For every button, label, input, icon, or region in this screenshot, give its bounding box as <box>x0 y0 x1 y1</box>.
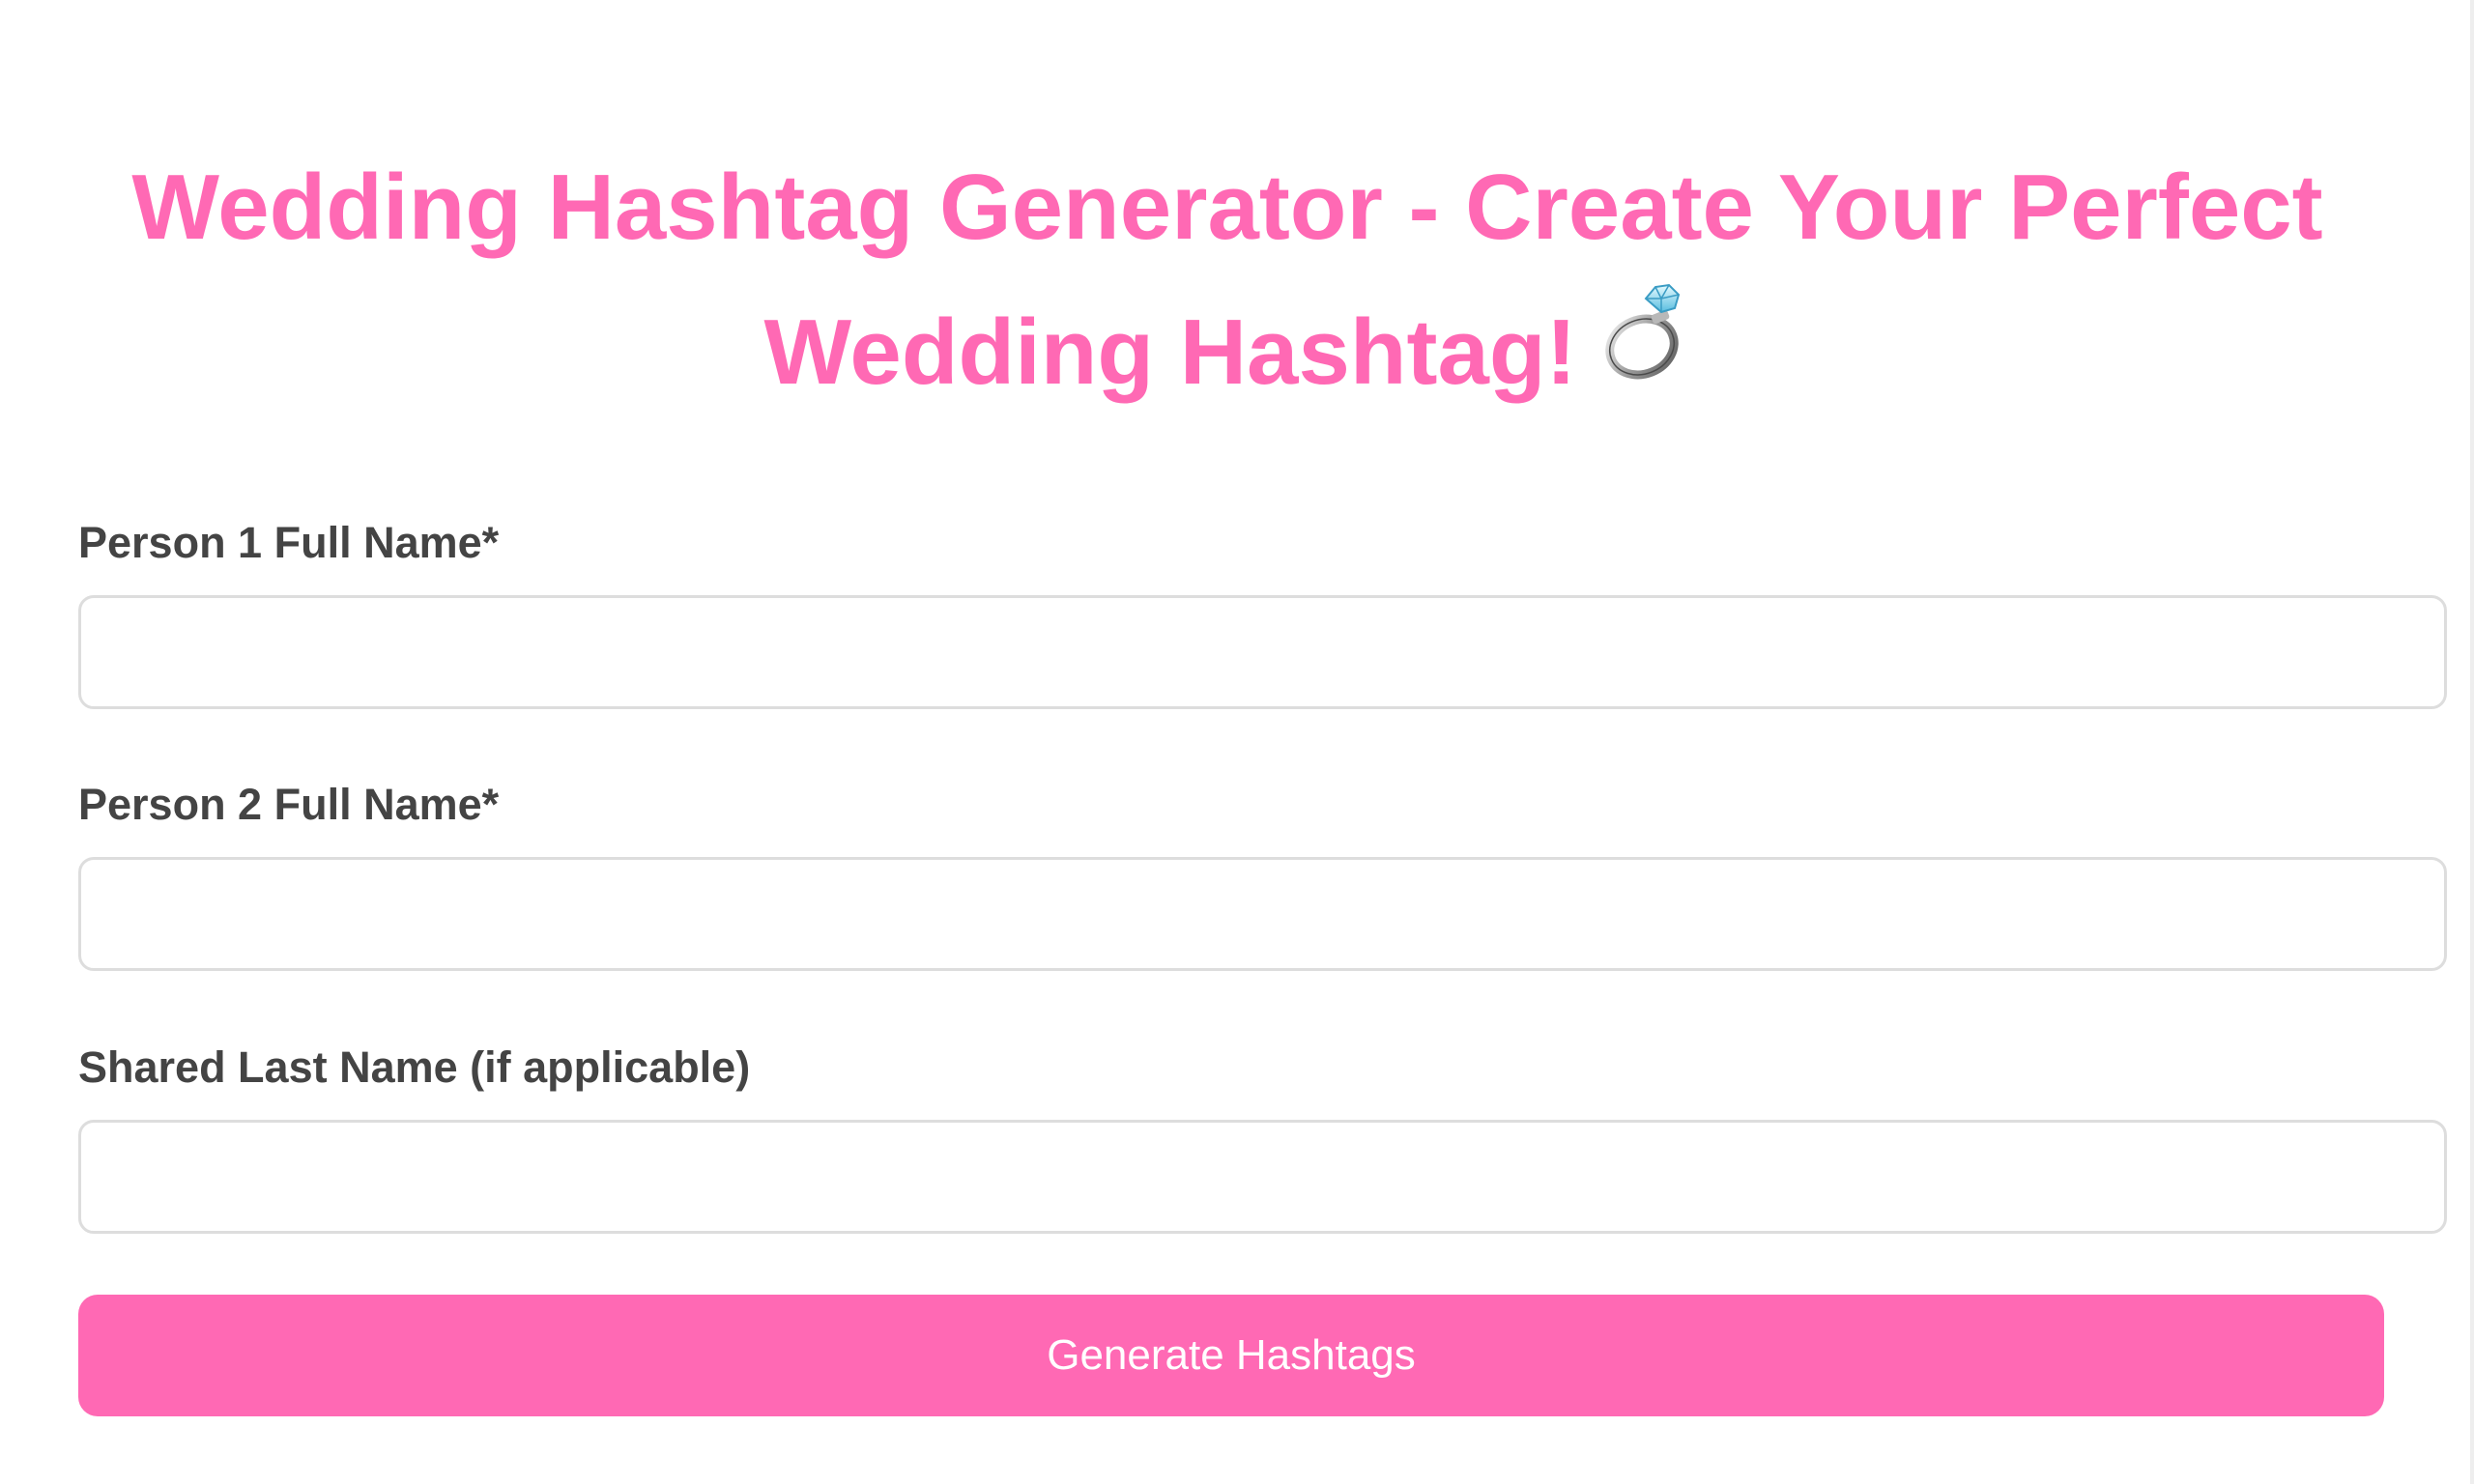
shared-last-name-label: Shared Last Name (if applicable) <box>78 1042 751 1092</box>
person2-label: Person 2 Full Name* <box>78 780 500 829</box>
page: Wedding Hashtag Generator - Create Your … <box>0 0 2474 1484</box>
person2-name-input[interactable] <box>78 857 2447 971</box>
page-title: Wedding Hashtag Generator - Create Your … <box>126 135 2329 433</box>
page-title-text: Wedding Hashtag Generator - Create Your … <box>131 156 2323 404</box>
shared-last-name-input[interactable] <box>78 1120 2447 1234</box>
scrollbar-track[interactable] <box>2470 0 2474 1484</box>
ring-icon <box>1597 277 1690 425</box>
generate-hashtags-button[interactable]: Generate Hashtags <box>78 1295 2384 1416</box>
person1-label: Person 1 Full Name* <box>78 518 500 567</box>
person1-name-input[interactable] <box>78 595 2447 709</box>
